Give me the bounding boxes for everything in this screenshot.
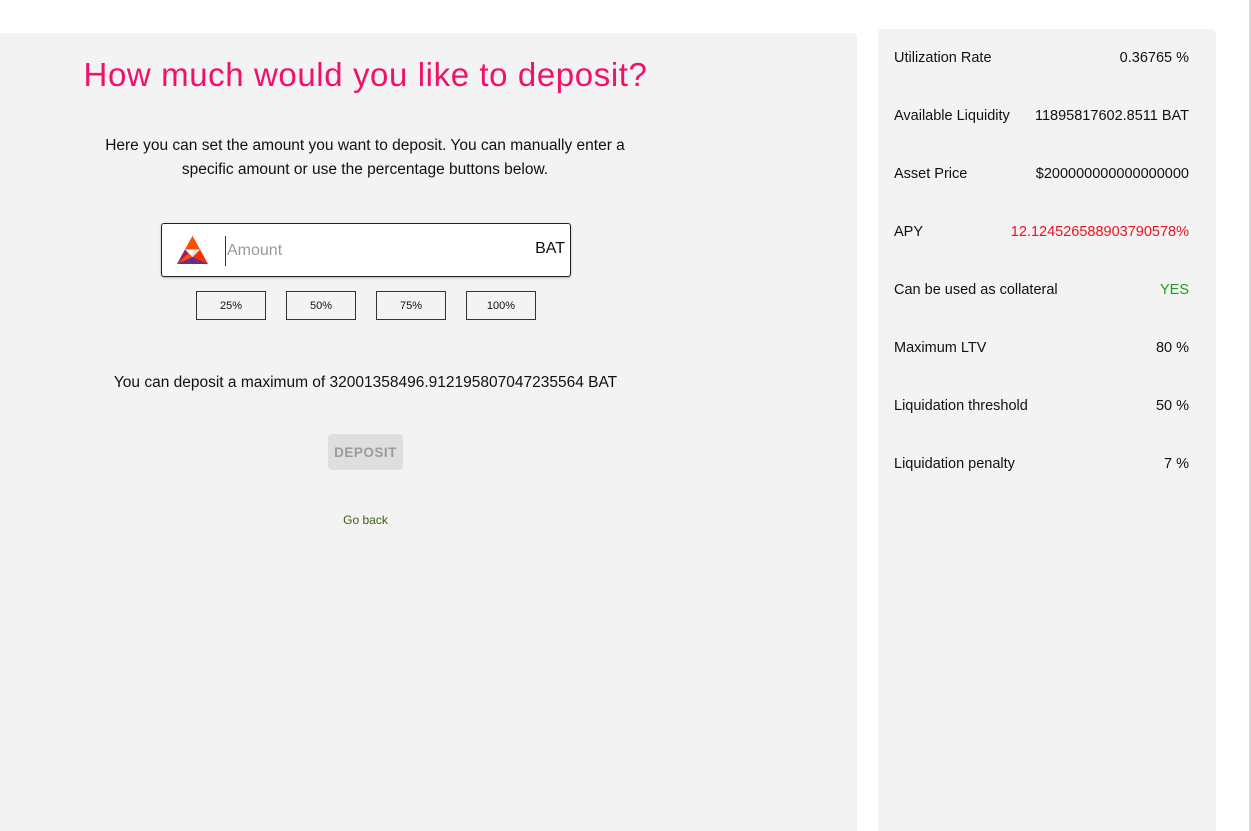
stat-value: 7 % (1164, 456, 1189, 472)
page-title: How much would you like to deposit? (83, 56, 648, 93)
stat-value: 12.124526588903790578% (1010, 224, 1189, 240)
stat-value: $200000000000000000 (1035, 166, 1189, 182)
stat-value: YES (1159, 282, 1189, 298)
stat-row-asset-price: Asset Price $200000000000000000 (894, 166, 1189, 186)
stat-label: Asset Price (894, 166, 968, 182)
stat-row-liquidation-penalty: Liquidation penalty 7 % (894, 456, 1189, 476)
deposit-description: Here you can set the amount you want to … (105, 137, 625, 178)
stat-label: Available Liquidity (894, 108, 1010, 124)
stat-row-apy: APY 12.124526588903790578% (894, 224, 1189, 244)
stat-row-available-liquidity: Available Liquidity 11895817602.8511 BAT (894, 108, 1189, 128)
stat-label: Liquidation penalty (894, 456, 1015, 472)
deposit-panel: How much would you like to deposit? Here… (0, 33, 857, 831)
amount-field[interactable]: BAT (161, 223, 571, 277)
stat-value: 11895817602.8511 BAT (1035, 108, 1189, 124)
stat-value: 80 % (1155, 340, 1189, 356)
max-deposit-text: You can deposit a maximum of 32001358496… (113, 374, 618, 391)
percent-25-button[interactable]: 25% (196, 291, 266, 320)
stat-row-liquidation-threshold: Liquidation threshold 50 % (894, 398, 1189, 418)
stat-row-utilization-rate: Utilization Rate 0.36765 % (894, 50, 1189, 70)
stat-row-maximum-ltv: Maximum LTV 80 % (894, 340, 1189, 360)
percent-50-button[interactable]: 50% (286, 291, 356, 320)
stat-label: Maximum LTV (894, 340, 987, 356)
asset-unit-label: BAT (535, 240, 565, 257)
stat-value: 0.36765 % (1119, 50, 1189, 66)
stat-label: Can be used as collateral (894, 282, 1058, 298)
asset-stats-panel: Utilization Rate 0.36765 % Available Liq… (878, 29, 1216, 831)
stat-label: Utilization Rate (894, 50, 992, 66)
stat-label: APY (894, 224, 924, 240)
percentage-buttons: 25% 50% 75% 100% (196, 291, 556, 320)
stat-label: Liquidation threshold (894, 398, 1028, 414)
percent-75-button[interactable]: 75% (376, 291, 446, 320)
amount-input[interactable] (225, 236, 519, 266)
go-back-link[interactable]: Go back (0, 513, 731, 527)
bat-logo-icon (177, 236, 208, 264)
deposit-button[interactable]: DEPOSIT (328, 434, 403, 470)
stat-row-collateral: Can be used as collateral YES (894, 282, 1189, 302)
stat-value: 50 % (1155, 398, 1189, 414)
percent-100-button[interactable]: 100% (466, 291, 536, 320)
